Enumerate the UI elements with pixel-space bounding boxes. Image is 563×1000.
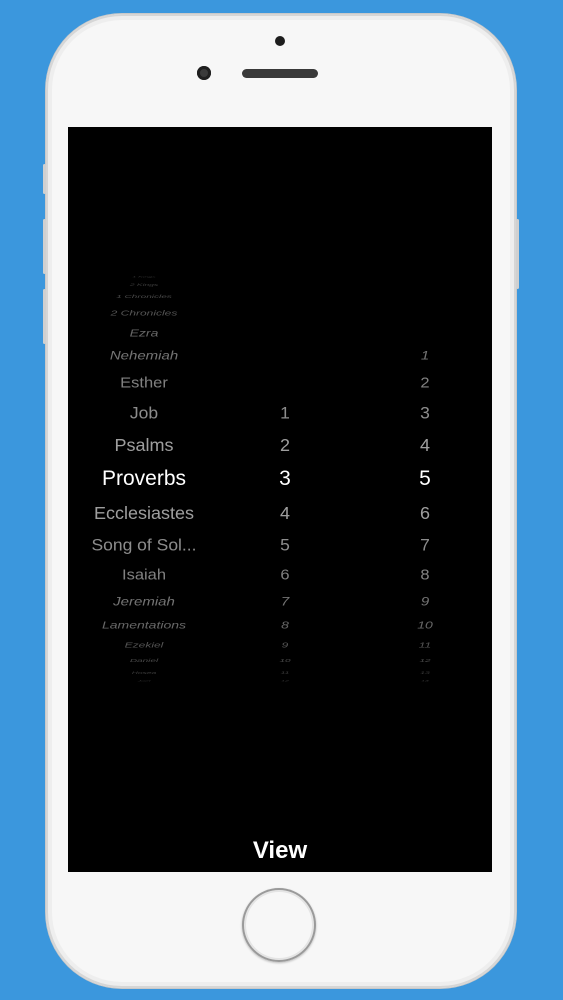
book-chapter-verse-picker[interactable]: 1 Kings 2 Kings 1 Chronicles 2 Chronicles Ez… <box>68 127 492 872</box>
picker-book-label: Nehemiah <box>109 348 179 363</box>
picker-verse-label: 1 <box>420 348 430 363</box>
volume-down-button <box>43 289 46 344</box>
picker-verse-label: 4 <box>419 435 430 455</box>
picker-verse-label: 5 <box>419 467 431 490</box>
view-button[interactable]: View <box>218 833 342 869</box>
picker-book-label: Job <box>129 403 159 423</box>
sensor-dot <box>275 36 285 46</box>
picker-verse-label: 3 <box>420 403 430 423</box>
power-button <box>516 219 519 289</box>
picker-book-label: Proverbs <box>101 467 187 490</box>
picker-row[interactable]: Joel 12 14 <box>68 666 492 696</box>
picker-row[interactable]: Job 1 3 <box>68 398 492 428</box>
picker-row[interactable]: Psalms 2 4 <box>68 430 492 460</box>
picker-verse-label: 6 <box>419 503 430 523</box>
picker-row[interactable]: Ecclesiastes 4 6 <box>68 498 492 528</box>
picker-book-label: Esther <box>120 374 168 392</box>
picker-chapter-label: 4 <box>279 503 290 523</box>
picker-verse-label: 2 <box>420 374 430 392</box>
picker-row[interactable]: Nehemiah 1 <box>68 341 492 371</box>
picker-book-label: Ecclesiastes <box>93 503 195 523</box>
picker-book-label: Isaiah <box>121 566 167 584</box>
earpiece-speaker <box>242 69 318 78</box>
picker-row[interactable]: Proverbs 3 5 <box>68 464 492 494</box>
picker-chapter-label: 6 <box>280 566 290 584</box>
picker-chapter-label: 5 <box>280 535 290 555</box>
front-camera-icon <box>197 66 211 80</box>
mute-switch <box>43 164 46 194</box>
picker-chapter-label: 12 <box>281 679 289 682</box>
picker-chapter-label: 2 <box>279 435 290 455</box>
picker-row[interactable]: Song of Sol... 5 7 <box>68 530 492 560</box>
picker-verse-label: 8 <box>420 566 430 584</box>
picker-row[interactable]: Esther 2 <box>68 368 492 398</box>
picker-book-label: Psalms <box>114 435 174 455</box>
home-button[interactable] <box>242 888 316 962</box>
picker-verse-label: 7 <box>420 535 430 555</box>
picker-book-label: Song of Sol... <box>91 535 197 555</box>
picker-book-label: Joel <box>137 679 151 682</box>
volume-up-button <box>43 219 46 274</box>
picker-chapter-label: 1 <box>280 403 290 423</box>
picker-row[interactable]: Isaiah 6 8 <box>68 560 492 590</box>
picker-chapter-label: 3 <box>279 467 291 490</box>
app-screen: 1 Kings 2 Kings 1 Chronicles 2 Chronicles Ez… <box>68 127 492 872</box>
picker-verse-label: 14 <box>421 679 429 682</box>
